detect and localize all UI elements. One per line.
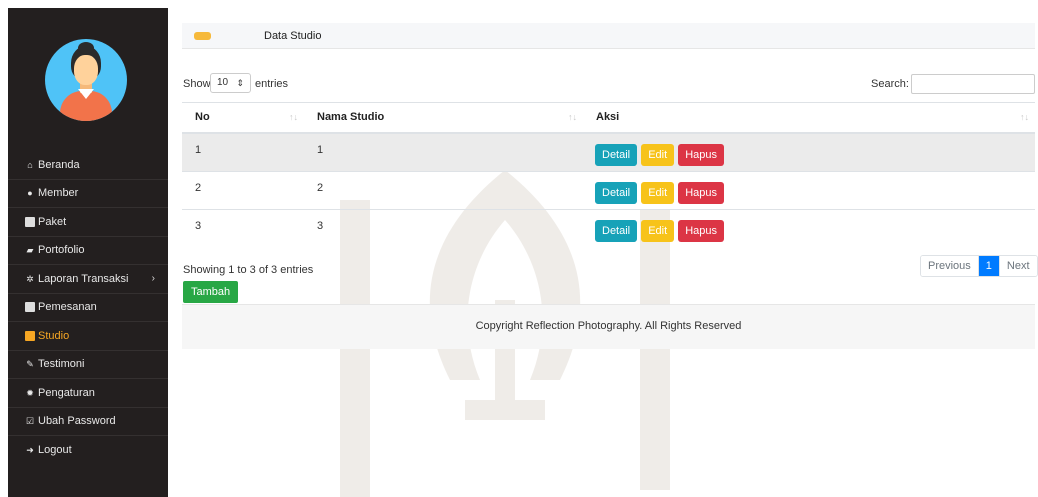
copyright-text: Copyright Reflection Photography. All Ri… [475, 320, 742, 332]
sidebar-item-pemesanan[interactable]: Pemesanan [8, 294, 168, 322]
gear-icon: ✲ [26, 273, 34, 284]
image-icon [25, 216, 35, 227]
sidebar-item-pengaturan[interactable]: ✹ Pengaturan [8, 379, 168, 408]
previous-page-button[interactable]: Previous [921, 256, 979, 276]
sidebar: ⌂ Beranda ● Member Paket ▰ Portofolio ✲ … [8, 8, 168, 497]
detail-button[interactable]: Detail [595, 181, 638, 204]
footer: Copyright Reflection Photography. All Ri… [182, 304, 1035, 349]
search-label: Search: [871, 78, 909, 90]
sidebar-item-laporan-transaksi[interactable]: ✲ Laporan Transaksi › [8, 265, 168, 294]
sidebar-item-ubah-password[interactable]: ☑ Ubah Password [8, 408, 168, 436]
sidebar-item-logout[interactable]: ➜ Logout [8, 436, 168, 465]
sidebar-item-label: Pemesanan [38, 301, 97, 314]
edit-icon: ☑ [25, 416, 35, 427]
entries-length-select[interactable]: 10 ⇕ [210, 73, 251, 93]
sidebar-item-label: Pengaturan [38, 386, 95, 399]
cell-aksi: Detail Edit Hapus [583, 170, 1035, 210]
top-bar: Data Studio [182, 23, 1035, 49]
home-icon: ⌂ [27, 159, 33, 170]
cell-nama-studio: 3 [304, 209, 583, 249]
entries-length-value: 10 [217, 77, 229, 88]
edit-button[interactable]: Edit [641, 181, 675, 204]
cell-no: 1 [182, 132, 304, 172]
pencil-icon: ✎ [26, 359, 34, 370]
select-arrows-icon: ⇕ [236, 78, 244, 88]
sidebar-item-studio[interactable]: Studio [8, 322, 168, 351]
edit-button[interactable]: Edit [641, 220, 675, 243]
sidebar-nav: ⌂ Beranda ● Member Paket ▰ Portofolio ✲ … [8, 151, 168, 465]
cell-no: 2 [182, 170, 304, 210]
logout-icon: ➜ [26, 445, 34, 456]
sidebar-item-portofolio[interactable]: ▰ Portofolio [8, 237, 168, 265]
sort-icon: ↑↓ [1020, 112, 1029, 122]
column-header-aksi[interactable]: Aksi ↑↓ [583, 102, 1035, 134]
sidebar-item-label: Portofolio [38, 244, 85, 257]
column-header-no[interactable]: No ↑↓ [182, 102, 304, 134]
sidebar-item-label: Beranda [38, 158, 80, 171]
page-title: Data Studio [264, 30, 322, 42]
detail-button[interactable]: Detail [595, 220, 638, 243]
next-page-button[interactable]: Next [998, 256, 1037, 276]
sidebar-item-beranda[interactable]: ⌂ Beranda [8, 151, 168, 180]
sidebar-item-paket[interactable]: Paket [8, 208, 168, 237]
edit-button[interactable]: Edit [641, 143, 675, 166]
cell-nama-studio: 1 [304, 132, 583, 172]
detail-button[interactable]: Detail [595, 143, 638, 166]
show-label: Show [183, 78, 211, 90]
tambah-button[interactable]: Tambah [183, 281, 239, 303]
sidebar-item-label: Studio [38, 329, 70, 342]
hapus-button[interactable]: Hapus [678, 181, 725, 204]
table-info: Showing 1 to 3 of 3 entries [183, 264, 314, 276]
user-icon: ● [27, 188, 33, 199]
book-icon: ▰ [26, 245, 34, 256]
chevron-right-icon: › [151, 273, 155, 285]
hapus-button[interactable]: Hapus [678, 220, 725, 243]
table-row: 2 2 Detail Edit Hapus [182, 170, 1035, 210]
sidebar-item-label: Testimoni [38, 358, 85, 371]
sidebar-item-testimoni[interactable]: ✎ Testimoni [8, 351, 168, 379]
sidebar-item-label: Paket [38, 215, 67, 228]
cell-nama-studio: 2 [304, 170, 583, 210]
avatar [45, 39, 127, 121]
sidebar-item-label: Logout [38, 444, 72, 457]
cell-aksi: Detail Edit Hapus [583, 209, 1035, 249]
cell-aksi: Detail Edit Hapus [583, 132, 1035, 172]
sort-icon: ↑↓ [289, 112, 298, 122]
cell-no: 3 [182, 209, 304, 249]
sidebar-item-label: Ubah Password [38, 415, 116, 428]
sidebar-item-label: Member [38, 187, 79, 200]
table-row: 3 3 Detail Edit Hapus [182, 209, 1035, 249]
hapus-button[interactable]: Hapus [678, 143, 725, 166]
sidebar-toggle-button[interactable] [194, 32, 211, 40]
sidebar-item-label: Laporan Transaksi [38, 272, 129, 285]
page-1-button[interactable]: 1 [978, 256, 999, 276]
entries-label: entries [255, 78, 289, 90]
table-row: 1 1 Detail Edit Hapus [182, 132, 1035, 172]
settings-icon: ✹ [26, 387, 34, 398]
sidebar-item-member[interactable]: ● Member [8, 180, 168, 208]
calendar-icon [25, 302, 35, 313]
pagination: Previous 1 Next [920, 255, 1038, 277]
search-input[interactable] [911, 74, 1035, 94]
studio-icon [25, 330, 35, 341]
studio-table: No ↑↓ Nama Studio ↑↓ Aksi ↑↓ 1 1 Detail … [182, 102, 1035, 249]
sort-icon: ↑↓ [568, 112, 577, 122]
column-header-nama-studio[interactable]: Nama Studio ↑↓ [304, 102, 583, 134]
